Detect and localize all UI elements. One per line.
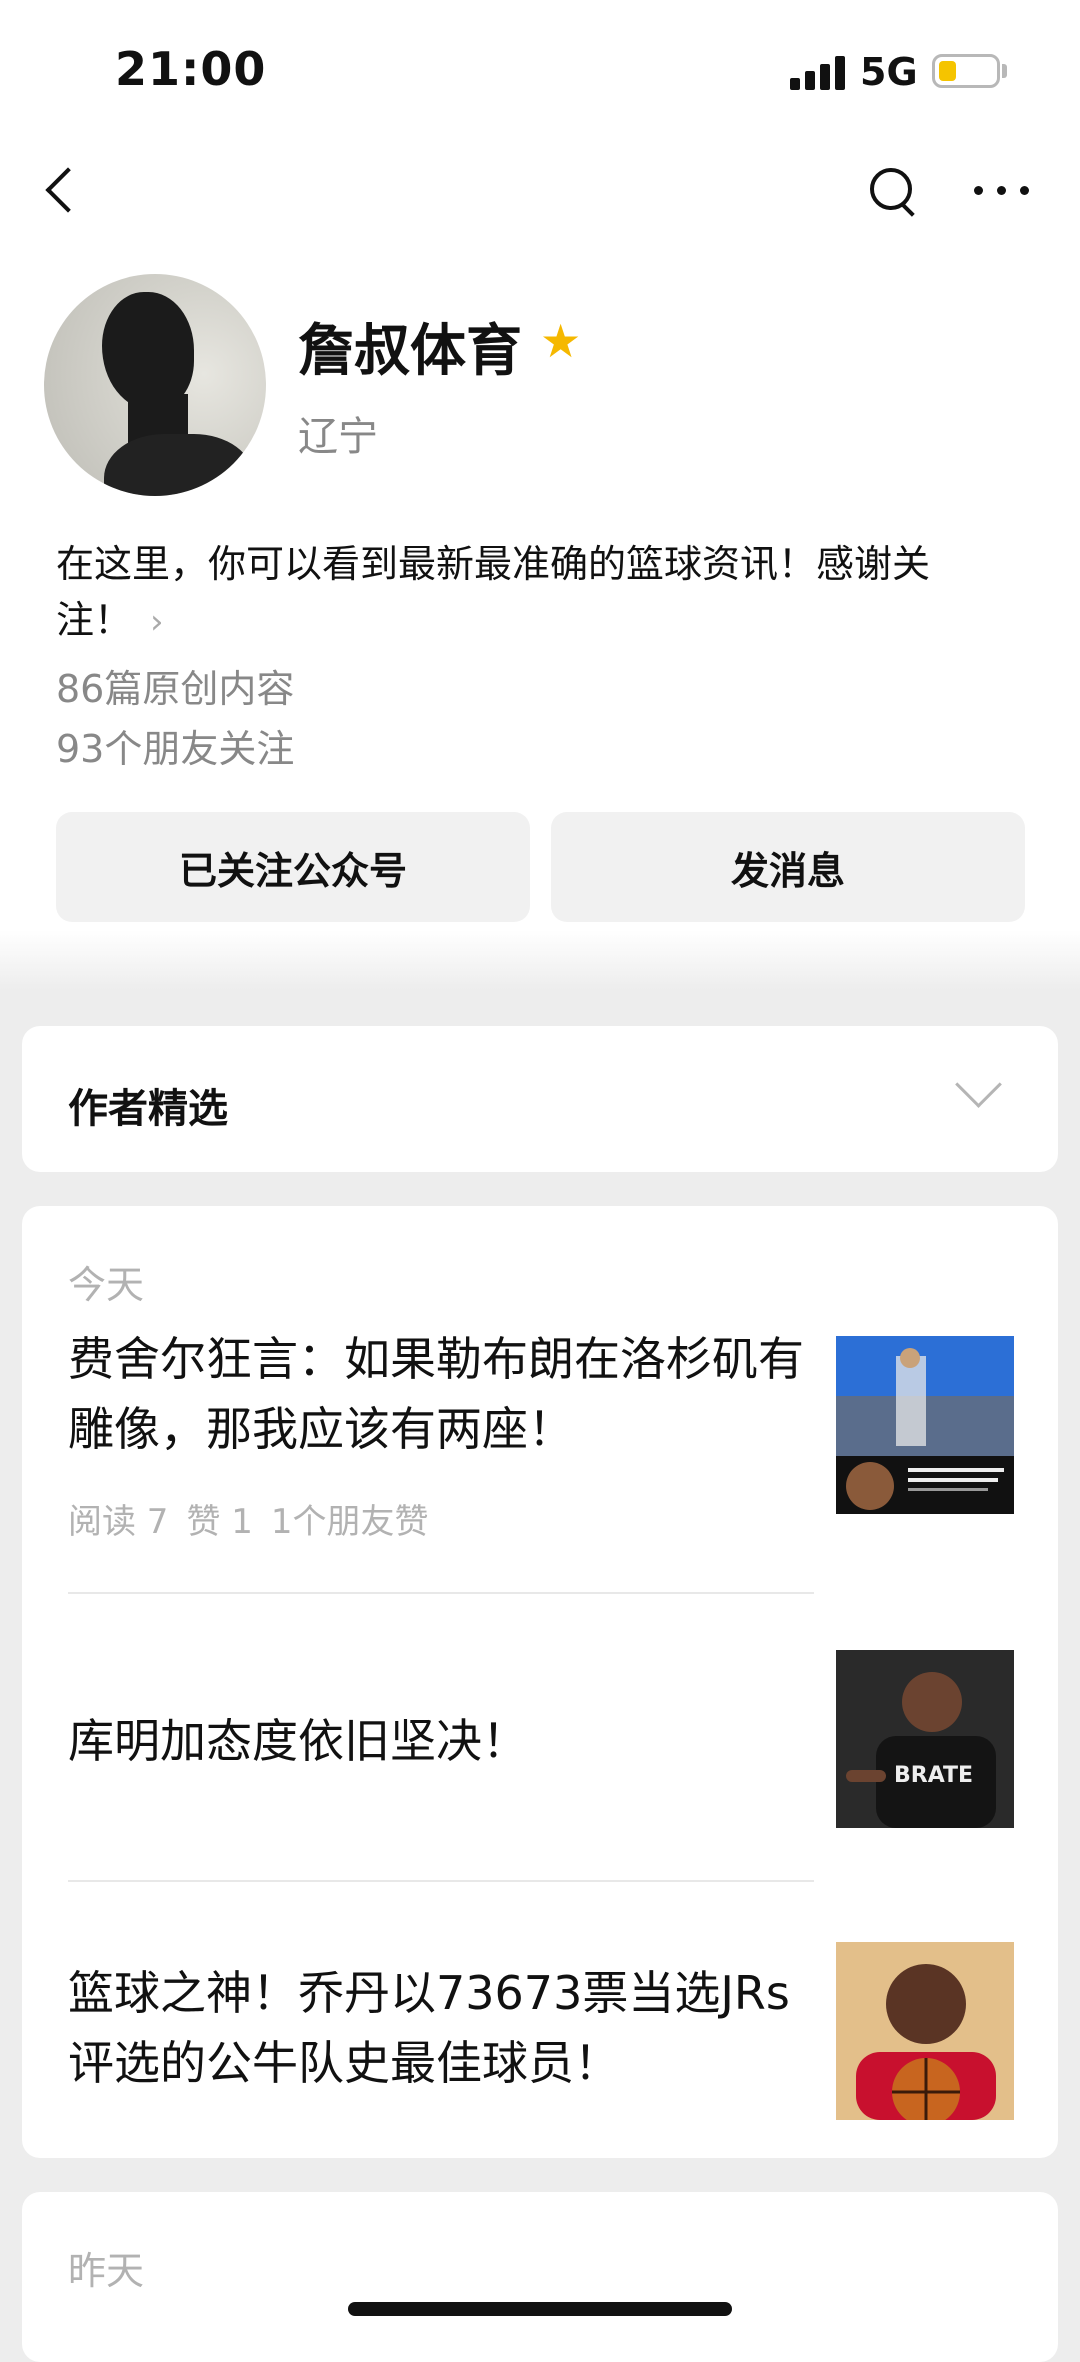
- article-item[interactable]: 费舍尔狂言：如果勒布朗在洛杉矶有雕像，那我应该有两座！ 阅读 7 赞 1 1个朋友赞: [22, 1324, 1058, 1542]
- article-title[interactable]: 费舍尔狂言：如果勒布朗在洛杉矶有雕像，那我应该有两座！: [68, 1324, 808, 1464]
- divider: [68, 1880, 814, 1882]
- date-label-yesterday: 昨天: [68, 2249, 145, 2293]
- article-item[interactable]: 篮球之神！乔丹以73673票当选JRs评选的公牛队史最佳球员！: [22, 1898, 1058, 2158]
- account-bio[interactable]: 在这里，你可以看到最新最准确的篮球资讯！感谢关注！ ›: [56, 536, 996, 650]
- yesterday-articles-card: 昨天: [22, 2192, 1058, 2362]
- chevron-down-icon[interactable]: [955, 1061, 1002, 1108]
- original-content-count: 86篇原创内容: [56, 667, 295, 711]
- article-thumbnail-image[interactable]: [836, 1942, 1014, 2120]
- bio-text: 在这里，你可以看到最新最准确的篮球资讯！感谢关注！: [56, 542, 931, 642]
- article-item[interactable]: 库明加态度依旧坚决！ BRATE: [22, 1610, 1058, 1880]
- date-label-today: 今天: [68, 1263, 145, 1307]
- battery-cap: [1002, 64, 1007, 78]
- article-thumbnail-image[interactable]: [836, 1336, 1014, 1514]
- star-icon: ★: [540, 314, 582, 368]
- account-region: 辽宁: [298, 414, 378, 460]
- followed-account-button[interactable]: 已关注公众号: [56, 812, 530, 922]
- author-picks-title: 作者精选: [68, 1086, 228, 1132]
- friend-like-count: 1个朋友赞: [270, 1502, 429, 1542]
- article-title[interactable]: 篮球之神！乔丹以73673票当选JRs评选的公牛队史最佳球员！: [68, 1958, 808, 2098]
- more-dots-icon[interactable]: [970, 168, 1034, 212]
- article-thumbnail-image[interactable]: BRATE: [836, 1650, 1014, 1828]
- chevron-left-icon[interactable]: [36, 160, 86, 220]
- svg-text:BRATE: BRATE: [894, 1763, 973, 1788]
- send-message-button[interactable]: 发消息: [551, 812, 1025, 922]
- status-time: 21:00: [115, 42, 267, 96]
- chevron-right-icon: ›: [150, 602, 164, 642]
- cellular-signal-icon: [790, 56, 846, 90]
- like-count: 赞 1: [186, 1502, 253, 1542]
- account-name: 詹叔体育: [298, 319, 522, 384]
- read-count: 阅读 7: [68, 1502, 169, 1542]
- divider: [68, 1592, 814, 1594]
- author-picks-section[interactable]: 作者精选: [22, 1026, 1058, 1172]
- network-type: 5G: [860, 50, 918, 94]
- battery-icon: [932, 54, 1000, 88]
- today-articles-card: 今天 费舍尔狂言：如果勒布朗在洛杉矶有雕像，那我应该有两座！ 阅读 7 赞 1 1个…: [22, 1206, 1058, 2158]
- friends-following-count[interactable]: 93个朋友关注: [56, 718, 294, 773]
- article-stats: 阅读 7 赞 1 1个朋友赞: [68, 1494, 447, 1543]
- avatar[interactable]: [44, 274, 266, 496]
- home-indicator[interactable]: [348, 2302, 732, 2316]
- battery-level-fill: [939, 61, 956, 81]
- search-icon[interactable]: [862, 160, 922, 220]
- article-title[interactable]: 库明加态度依旧坚决！: [68, 1706, 808, 1776]
